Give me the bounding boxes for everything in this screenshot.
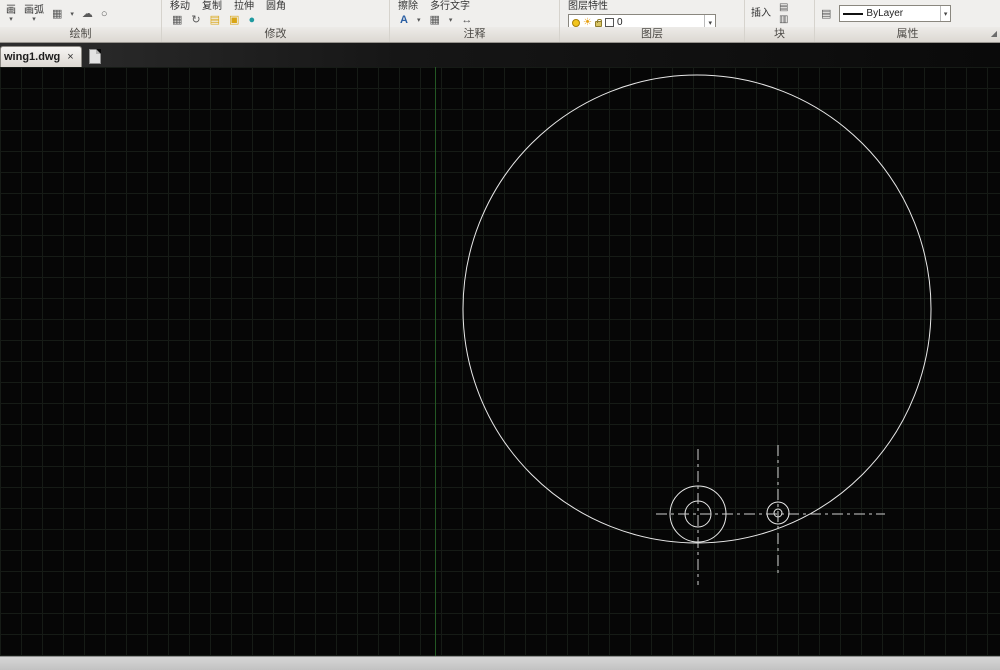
panel-title-block[interactable]: 块 [745,27,814,42]
properties-icon[interactable]: ▤ [821,8,831,20]
current-layer-name: 0 [617,17,702,27]
properties-panel-content: ▤ ByLayer ▾ [815,0,1000,27]
layer-color-swatch [605,18,614,27]
panel-title-layers[interactable]: 图层 [560,27,744,42]
chevron-down-icon[interactable]: ▾ [417,16,421,24]
layer-on-icon [572,19,580,27]
dialog-launcher-icon[interactable]: ◢ [991,29,997,39]
file-tab-active[interactable]: wing1.dwg × [0,46,82,67]
chevron-down-icon: ▾ [9,16,13,23]
panel-title-modify[interactable]: 修改 [162,27,389,42]
ribbon-panel-block: 插入 ▤ ▥ 块 [745,0,815,42]
color-select[interactable]: ByLayer ▾ [839,5,951,22]
modify-labels-row: 移动 复制 拉伸 圆角 [170,1,286,13]
autocad-window: 画 ▾ 画弧 ▾ ▦ ▾ ☁ ○ 绘制 移动 复制 [0,0,1000,670]
chevron-down-icon[interactable]: ▾ [940,6,948,21]
layer-properties-button[interactable]: 图层特性 [568,1,608,13]
arc-tool-button[interactable]: 画弧 ▾ [24,5,44,23]
ellipse-icon[interactable]: ○ [101,8,108,20]
line-swatch-icon [843,13,863,15]
line-tool-label: 画 [6,5,16,16]
plate-outer-circle[interactable] [463,75,931,543]
panel-title-annotate-label: 注释 [464,28,486,40]
trim-icon[interactable]: ● [248,14,255,26]
drawing-entities [0,67,1000,656]
fillet-button[interactable]: 圆角 [266,1,286,13]
arc-tool-label: 画弧 [24,5,44,16]
chevron-down-icon[interactable]: ▾ [704,15,712,27]
move-button[interactable]: 移动 [170,1,190,13]
panel-title-block-label: 块 [774,28,785,40]
revision-cloud-icon[interactable]: ☁ [82,8,93,20]
mtext-button[interactable]: 多行文字 [430,1,470,13]
insert-block-button[interactable]: 插入 [751,8,771,19]
array-icon[interactable]: ▦ [172,14,182,26]
chevron-down-icon[interactable]: ▾ [449,16,453,24]
color-value: ByLayer [866,8,936,19]
ribbon-panel-annotate: 擦除 多行文字 A ▾ ▦ ▾ ↔ 注释 [390,0,560,42]
panel-title-modify-label: 修改 [265,28,287,40]
dimension-icon[interactable]: ↔ [461,14,472,26]
draw-panel-content: 画 ▾ 画弧 ▾ ▦ ▾ ☁ ○ [0,0,161,27]
copy-button[interactable]: 复制 [202,1,222,13]
mirror-icon[interactable]: ▣ [229,14,239,26]
ribbon-panel-draw: 画 ▾ 画弧 ▾ ▦ ▾ ☁ ○ 绘制 [0,0,162,42]
layers-combo-row: ☀ 0 ▾ [568,14,716,27]
ribbon-panel-modify: 移动 复制 拉伸 圆角 ▦ ↻ ▤ ▣ ● 修改 [162,0,390,42]
layer-lock-icon [595,21,602,27]
stretch-button[interactable]: 拉伸 [234,1,254,13]
layers-panel-content: 图层特性 ☀ 0 ▾ [560,0,744,27]
modify-icons-row: ▦ ↻ ▤ ▣ ● [170,14,255,26]
ribbon-panel-layers: 图层特性 ☀ 0 ▾ 图层 [560,0,745,42]
chevron-down-icon[interactable]: ▾ [70,10,74,18]
block-extra-icons: ▤ ▥ [779,3,788,25]
table-icon[interactable]: ▦ [429,14,439,26]
line-tool-button[interactable]: 画 ▾ [6,5,16,23]
offset-icon[interactable]: ▤ [210,14,220,26]
modify-panel-content: 移动 复制 拉伸 圆角 ▦ ↻ ▤ ▣ ● [162,0,389,27]
layers-labels-row: 图层特性 [568,1,608,13]
file-tab-bar: wing1.dwg × [0,43,1000,67]
ribbon: 画 ▾ 画弧 ▾ ▦ ▾ ☁ ○ 绘制 移动 复制 [0,0,1000,43]
text-icon[interactable]: A [400,14,408,26]
layer-thaw-icon: ☀ [583,18,592,28]
layer-select[interactable]: ☀ 0 ▾ [568,14,716,27]
hatch-icon[interactable]: ▦ [52,8,62,20]
annotate-icons-row: A ▾ ▦ ▾ ↔ [398,14,472,26]
erase-button[interactable]: 擦除 [398,1,418,13]
ribbon-panel-properties: ▤ ByLayer ▾ 属性 ◢ [815,0,1000,42]
panel-title-annotate[interactable]: 注释 [390,27,559,42]
annotate-panel-content: 擦除 多行文字 A ▾ ▦ ▾ ↔ [390,0,559,27]
panel-title-properties-label: 属性 [897,28,919,40]
new-drawing-icon [89,49,101,64]
bottom-bar [0,656,1000,670]
new-tab-button[interactable] [89,49,101,64]
insert-block-label: 插入 [751,8,771,19]
panel-title-draw-label: 绘制 [70,28,92,40]
block-panel-content: 插入 ▤ ▥ [745,0,814,27]
rotate-icon[interactable]: ↻ [191,14,200,26]
panel-title-draw[interactable]: 绘制 [0,27,161,42]
panel-title-layers-label: 图层 [641,28,663,40]
file-tab-label: wing1.dwg [4,51,60,63]
panel-title-properties[interactable]: 属性 ◢ [815,27,1000,42]
close-icon[interactable]: × [67,52,73,63]
define-attributes-icon[interactable]: ▥ [779,15,788,25]
chevron-down-icon: ▾ [32,16,36,23]
drawing-canvas[interactable] [0,67,1000,656]
block-editor-icon[interactable]: ▤ [779,3,788,13]
annotate-labels-row: 擦除 多行文字 [398,1,470,13]
